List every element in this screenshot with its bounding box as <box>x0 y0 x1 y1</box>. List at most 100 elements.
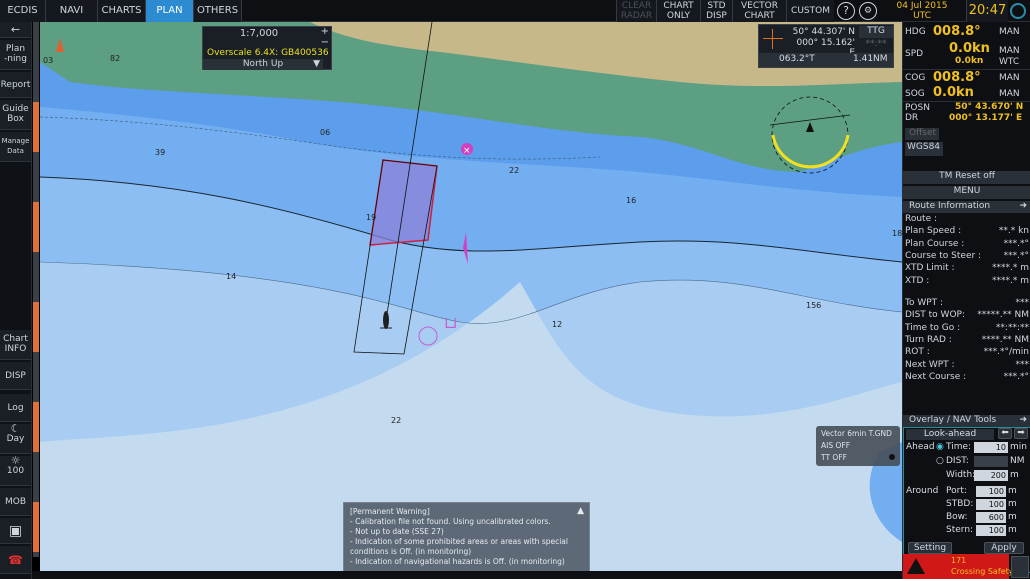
guide-box-button[interactable]: Guide Box <box>0 100 31 130</box>
cursor-lat: 50° 44.307' N <box>792 27 855 37</box>
setting-button[interactable]: Setting <box>908 542 952 554</box>
planning-line1: Plan <box>5 44 26 54</box>
right-panel: HDG 008.8° MAN SPD 0.0kn 0.0kn MAN WTC C… <box>902 22 1030 579</box>
tab-navi[interactable]: NAVI <box>46 0 98 22</box>
row-label: Plan Speed : <box>905 226 962 237</box>
depth-sounding: 03 <box>43 56 54 65</box>
clear-radar-button[interactable]: CLEAR RADAR <box>616 0 656 22</box>
prev-arrow-icon[interactable]: ⬅ <box>998 428 1012 439</box>
scale-segment <box>33 502 39 552</box>
menu-button[interactable]: MENU <box>903 186 1030 199</box>
manage-data-button[interactable]: Manage Data <box>0 132 31 162</box>
bow-unit: m <box>1008 512 1017 522</box>
next-arrow-icon[interactable]: ➡ <box>1014 428 1028 439</box>
depth-sounding: 12 <box>552 320 563 329</box>
settings-icon[interactable]: ⚙ <box>859 2 877 20</box>
dist-input[interactable] <box>974 456 1008 467</box>
ttg-value: **:** <box>865 39 887 49</box>
report-button[interactable]: Report <box>0 72 31 98</box>
overlay-nav-tools-header[interactable]: Overlay / NAV Tools ➜ <box>903 415 1030 427</box>
collapse-arrow-icon[interactable]: ▲ <box>577 506 584 516</box>
tab-charts[interactable]: CHARTS <box>98 0 146 22</box>
bow-input[interactable]: 600 <box>976 512 1006 523</box>
offset-button[interactable]: Offset <box>905 128 939 140</box>
port-unit: m <box>1008 486 1017 496</box>
stern-input[interactable]: 100 <box>976 525 1006 536</box>
tab-plan[interactable]: PLAN <box>146 0 194 22</box>
sog-row: SOG 0.0kn MAN <box>903 85 1030 102</box>
overscale-indicator: Overscale 6.4X: GB400536 <box>207 48 329 58</box>
expand-arrow-icon: ➜ <box>1019 415 1027 425</box>
time-unit: min <box>1010 442 1027 452</box>
depth-sounding: 156 <box>806 301 822 310</box>
stbd-input[interactable]: 100 <box>976 499 1006 510</box>
route-info-header[interactable]: Route Information ➜ <box>903 201 1030 213</box>
cog-label: COG <box>905 73 926 83</box>
dist-radio[interactable]: ○ <box>936 456 944 466</box>
row-value: **:**:** <box>995 322 1029 333</box>
hdg-mode: MAN <box>999 27 1020 37</box>
spd-mode-1: MAN <box>999 46 1020 56</box>
route-info-row: Plan Course : ***.*° <box>903 239 1030 251</box>
chart-map[interactable]: × ⊔ 03 82 06 39 22 16 19 14 12 156 18 22 <box>40 22 902 571</box>
alarm-list-icon[interactable] <box>1011 556 1029 578</box>
vector-chart-line2: CHART <box>744 11 775 21</box>
row-value: ***.*° <box>1003 371 1029 382</box>
help-icon[interactable]: ? <box>837 2 855 20</box>
route-info-row: Course to Steer : ***.*° <box>903 251 1030 263</box>
row-label: To WPT : <box>905 298 944 308</box>
back-arrow-icon[interactable]: ← <box>0 22 31 38</box>
depth-sounding: 82 <box>110 54 121 63</box>
route-info-row: XTD : ****.* m <box>903 276 1030 288</box>
warning-title: [Permanent Warning] <box>350 507 430 516</box>
tm-reset-button[interactable]: TM Reset off <box>903 171 1030 184</box>
width-input[interactable]: 200 <box>974 470 1008 481</box>
custom-button[interactable]: CUSTOM <box>786 0 834 22</box>
vector-chart-button[interactable]: VECTOR CHART <box>732 0 786 22</box>
scale-value: 1:7,000 <box>239 28 279 39</box>
warning-triangle-icon <box>907 558 925 574</box>
left-sidebar: ← Plan -ning Report Guide Box Manage Dat… <box>0 22 32 579</box>
date-value: 04 Jul 2015 <box>896 1 948 11</box>
row-value: *****.** NM <box>977 310 1029 321</box>
brightness-button[interactable]: ☼ 100 <box>0 455 31 486</box>
chart-only-button[interactable]: CHART ONLY <box>656 0 700 22</box>
std-disp-button[interactable]: STD DISP <box>700 0 732 22</box>
alarm-phone-icon[interactable]: ☎ <box>0 546 31 574</box>
hdg-label: HDG <box>905 27 926 37</box>
chart-canvas[interactable]: × ⊔ <box>40 22 902 571</box>
row-label: Course to Steer : <box>905 250 982 261</box>
route-info-row: ROT : ***.*°/min <box>903 347 1030 359</box>
route-info-row: Next WPT : *** <box>903 360 1030 372</box>
depth-sounding: 14 <box>226 272 237 281</box>
row-value: ****.** NM <box>981 334 1029 345</box>
port-input[interactable]: 100 <box>976 486 1006 497</box>
time-input[interactable]: 10 <box>974 442 1008 453</box>
ahead-label: Ahead <box>906 442 935 452</box>
camera-icon[interactable]: ▣ <box>0 518 31 544</box>
route-info-row: Route : <box>903 214 1030 226</box>
top-bar: ECDIS NAVI CHARTS PLAN OTHERS CLEAR RADA… <box>0 0 1030 22</box>
zoom-out-button[interactable]: − <box>321 37 329 48</box>
datum-display: WGS84 <box>905 142 943 156</box>
chart-info-button[interactable]: Chart INFO <box>0 330 31 360</box>
route-info-row: Plan Speed : **.* kn <box>903 226 1030 238</box>
day-night-button[interactable]: ☾ Day <box>0 423 31 454</box>
row-label: Turn RAD : <box>905 334 952 345</box>
time-radio[interactable]: ◉ <box>936 442 944 452</box>
tab-others[interactable]: OTHERS <box>194 0 242 22</box>
zoom-in-button[interactable]: + <box>321 26 329 37</box>
dist-unit: NM <box>1010 456 1025 466</box>
overlay-title: Overlay / NAV Tools <box>909 415 997 425</box>
apply-button[interactable]: Apply <box>984 542 1024 554</box>
orientation-select[interactable]: North Up ▼ <box>203 59 323 70</box>
scale-segment <box>33 202 39 252</box>
alarm-banner[interactable]: 171 Crossing Safety... <box>903 554 1020 579</box>
log-button[interactable]: Log <box>0 394 31 422</box>
scale-box: 1:7,000 + − Overscale 6.4X: GB400536 Nor… <box>202 26 332 70</box>
planning-button[interactable]: Plan -ning <box>0 40 31 70</box>
disp-button[interactable]: DISP <box>0 362 31 390</box>
warning-line: - Indication of some prohibited areas or… <box>350 537 568 546</box>
tab-ecdis[interactable]: ECDIS <box>0 0 46 22</box>
mob-button[interactable]: MOB <box>0 488 31 516</box>
